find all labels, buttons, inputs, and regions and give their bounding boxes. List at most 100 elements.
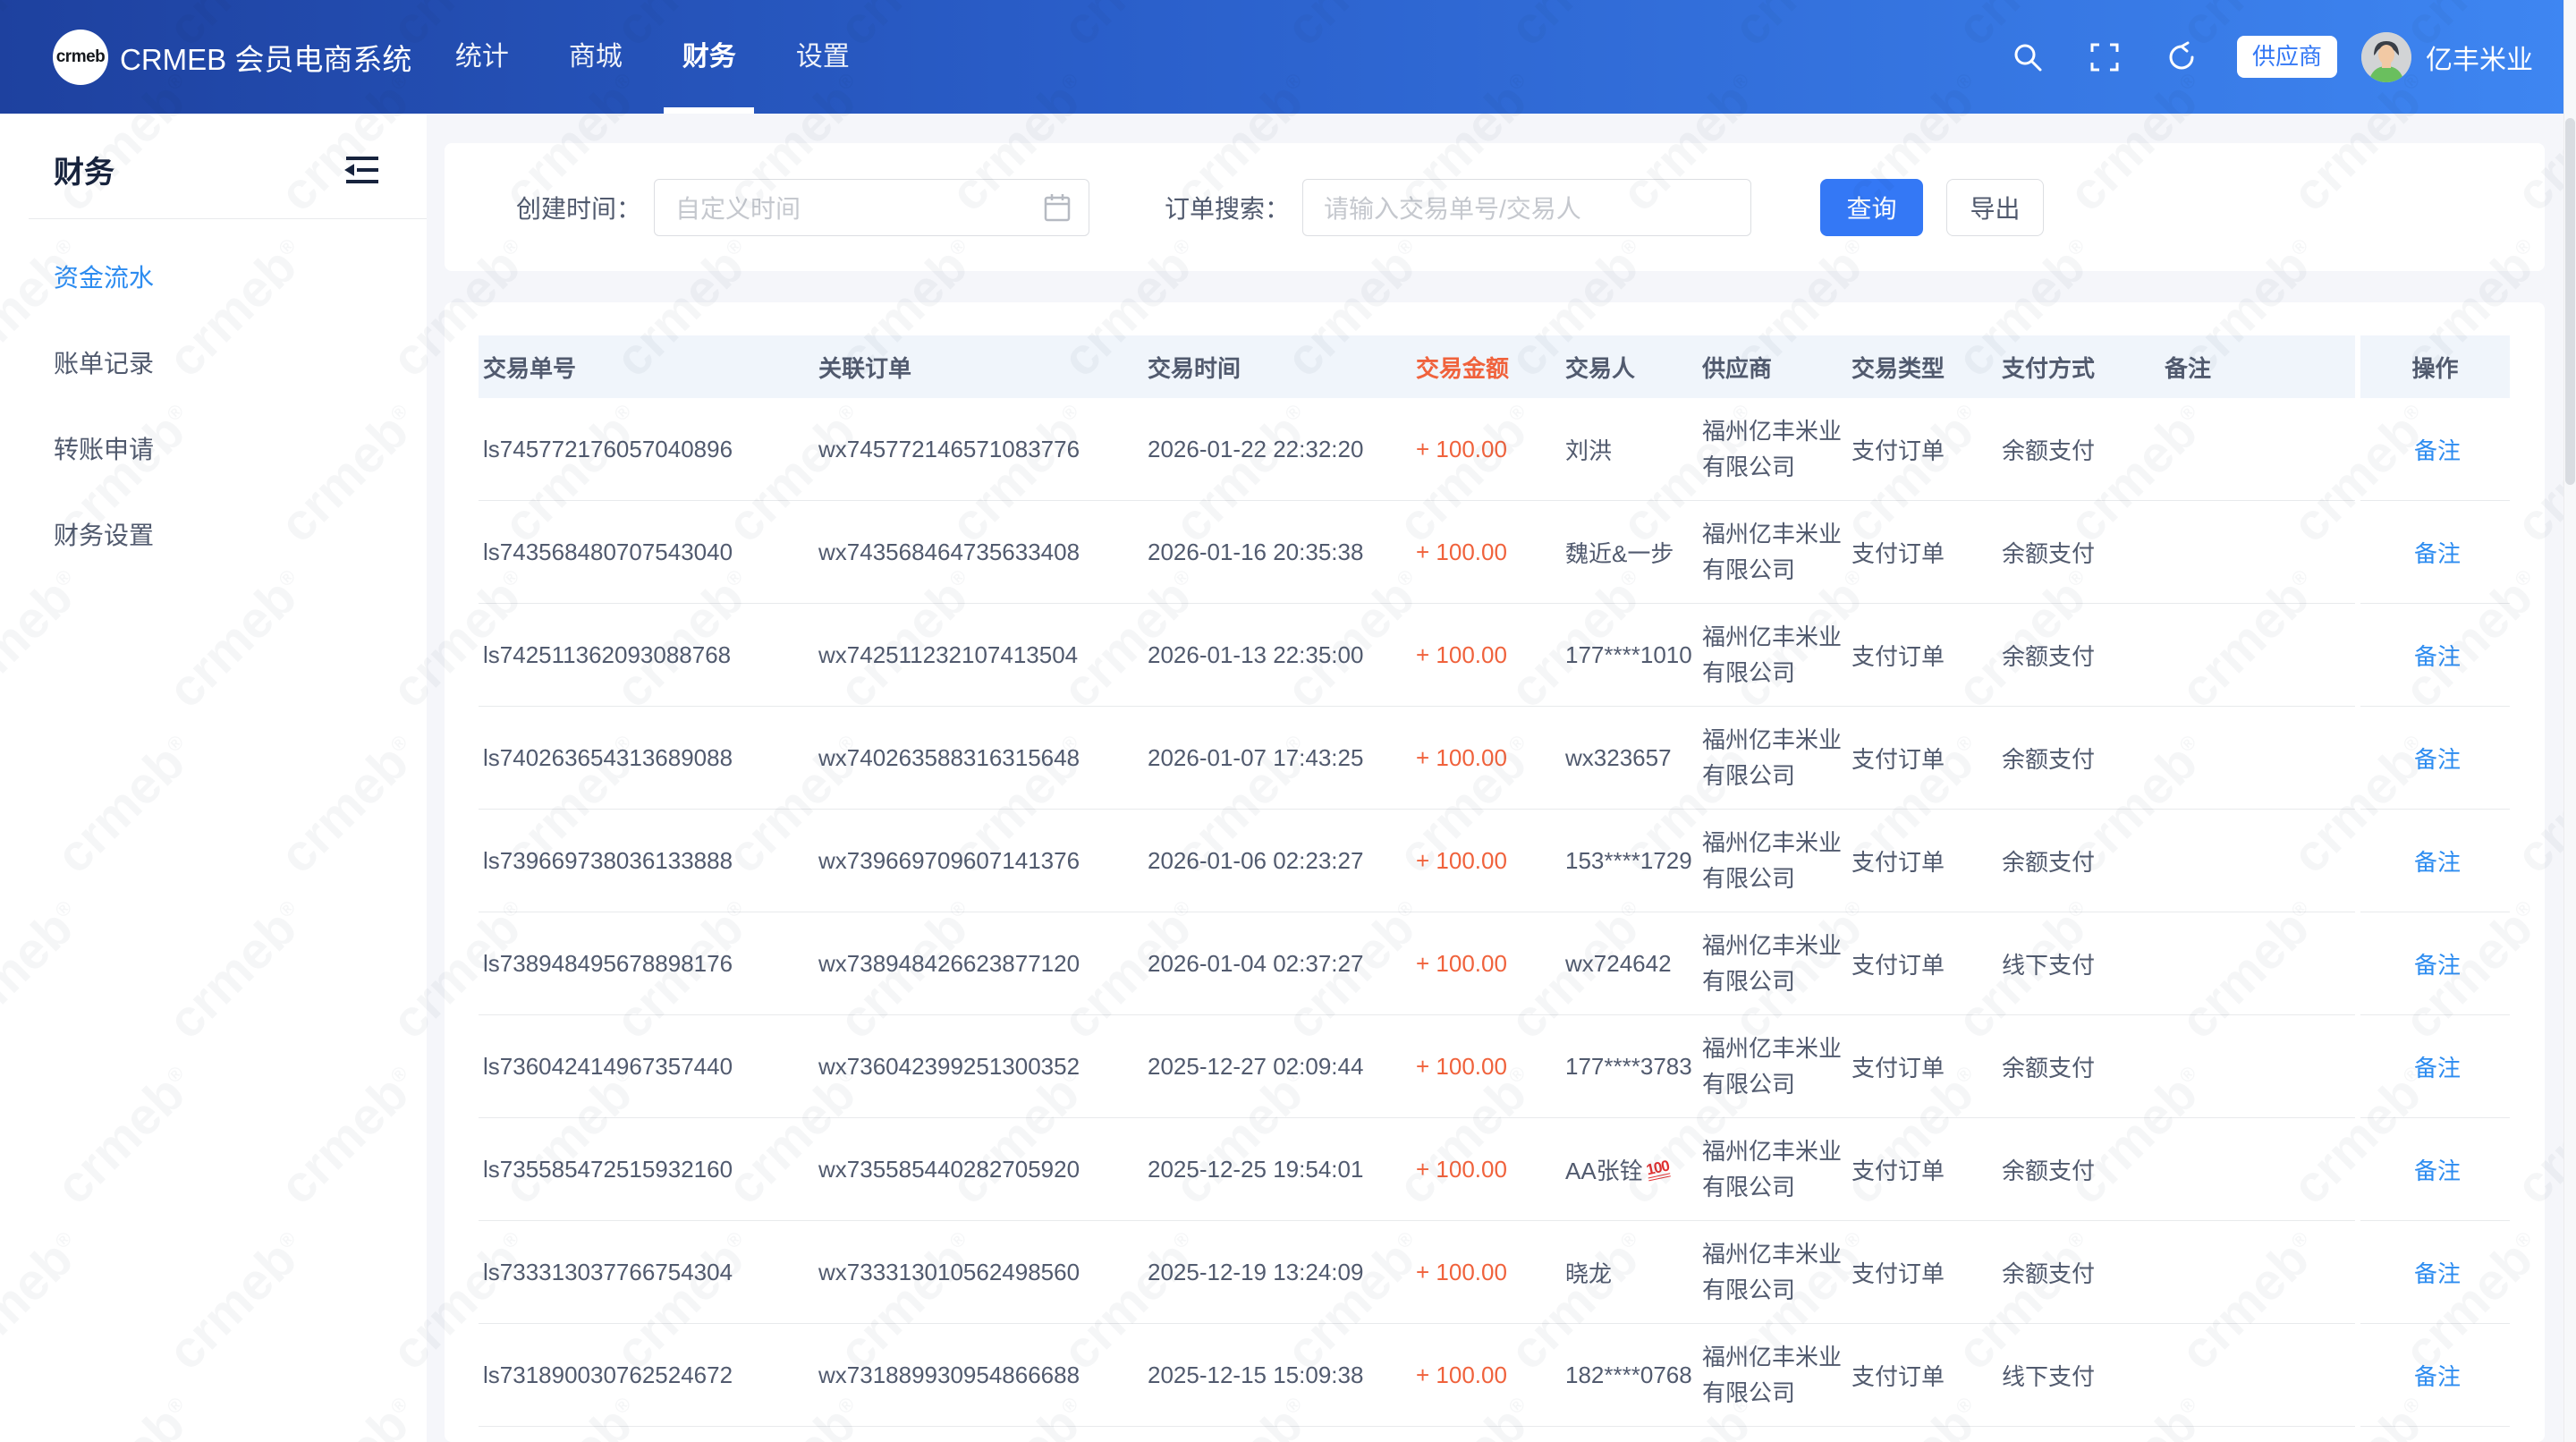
sidebar-menu: 资金流水 账单记录 转账申请 财务设置	[0, 235, 427, 579]
transaction-time-cell: 2025-12-15 15:09:38	[1143, 1361, 1411, 1389]
amount-cell: + 100.00	[1411, 436, 1561, 463]
col-header-transaction-time: 交易时间	[1143, 351, 1411, 384]
transaction-time-cell: 2026-01-13 22:35:00	[1143, 641, 1411, 669]
related-order-cell: wx740263588316315648	[814, 744, 1143, 772]
sidebar-title: 财务	[54, 148, 114, 191]
remark-action-link[interactable]: 备注	[2414, 639, 2461, 672]
remark-action-link[interactable]: 备注	[2414, 433, 2461, 466]
query-button[interactable]: 查询	[1820, 179, 1923, 236]
transaction-id-cell: ls738948495678898176	[479, 950, 814, 978]
supplier-role-badge[interactable]: 供应商	[2237, 36, 2337, 78]
amount-cell: + 100.00	[1411, 1156, 1561, 1183]
transaction-time-cell: 2025-12-19 13:24:09	[1143, 1259, 1411, 1286]
fullscreen-icon[interactable]	[2089, 41, 2121, 73]
amount-cell: + 100.00	[1411, 641, 1561, 669]
nav-item-settings[interactable]: 设置	[777, 0, 868, 114]
username[interactable]: 亿丰米业	[2426, 38, 2533, 77]
sidebar-item-finance-settings[interactable]: 财务设置	[0, 493, 427, 579]
remark-action-link[interactable]: 备注	[2414, 742, 2461, 775]
payment-method-cell: 余额支付	[1997, 433, 2160, 466]
transaction-type-cell: 支付订单	[1847, 1153, 1997, 1186]
remark-action-link[interactable]: 备注	[2414, 1050, 2461, 1083]
transaction-type-cell: 支付订单	[1847, 536, 1997, 569]
export-button[interactable]: 导出	[1946, 179, 2044, 236]
date-range-input[interactable]: 自定义时间	[654, 179, 1089, 236]
supplier-cell: 福州亿丰米业有限公司	[1698, 619, 1847, 691]
avatar[interactable]	[2361, 32, 2411, 82]
nav-item-finance[interactable]: 财务	[664, 0, 754, 114]
related-order-cell: wx739669709607141376	[814, 847, 1143, 875]
nav-item-statistics[interactable]: 统计	[436, 0, 527, 114]
table-header-row: 交易单号 关联订单 交易时间 交易金额 交易人 供应商 交易类型 支付方式 备注…	[479, 335, 2510, 398]
trader-cell: 177****3783	[1561, 1053, 1698, 1081]
related-order-cell: wx733313010562498560	[814, 1259, 1143, 1286]
amount-cell: + 100.00	[1411, 847, 1561, 875]
payment-method-cell: 余额支付	[1997, 1050, 2160, 1083]
menu-fold-icon[interactable]	[344, 156, 380, 184]
transaction-type-cell: 支付订单	[1847, 1359, 1997, 1392]
calendar-icon	[1044, 193, 1071, 222]
remark-action-link[interactable]: 备注	[2414, 1153, 2461, 1186]
app-logo-text: crmeb	[56, 47, 106, 67]
col-header-action: 操作	[2360, 335, 2510, 398]
amount-cell: + 100.00	[1411, 950, 1561, 978]
sidebar-item-capital-flow[interactable]: 资金流水	[0, 235, 427, 321]
nav-item-mall[interactable]: 商城	[550, 0, 640, 114]
trader-cell: 153****1729	[1561, 847, 1698, 875]
trader-cell: 刘洪	[1561, 433, 1698, 466]
payment-method-cell: 余额支付	[1997, 742, 2160, 775]
order-search-placeholder: 请输入交易单号/交易人	[1324, 190, 1581, 225]
transaction-time-cell: 2026-01-04 02:37:27	[1143, 950, 1411, 978]
top-navbar: crmeb CRMEB 会员电商系统 统计 商城 财务 设置 供应商	[0, 0, 2576, 114]
remark-action-link[interactable]: 备注	[2414, 536, 2461, 569]
payment-method-cell: 余额支付	[1997, 1153, 2160, 1186]
order-search-label: 订单搜索：	[1165, 190, 1290, 225]
transaction-id-cell: ls736042414967357440	[479, 1053, 814, 1081]
sidebar-divider	[29, 218, 427, 219]
payment-method-cell: 余额支付	[1997, 844, 2160, 878]
related-order-cell: wx731889930954866688	[814, 1361, 1143, 1389]
table-row: ls740263654313689088wx740263588316315648…	[479, 707, 2510, 810]
col-header-related-order: 关联订单	[814, 351, 1143, 384]
transaction-type-cell: 支付订单	[1847, 1050, 1997, 1083]
amount-cell: + 100.00	[1411, 1259, 1561, 1286]
supplier-cell: 福州亿丰米业有限公司	[1698, 1236, 1847, 1308]
action-cell: 备注	[2360, 604, 2510, 707]
trader-cell: 182****0768	[1561, 1361, 1698, 1389]
col-header-amount: 交易金额	[1411, 351, 1561, 384]
action-cell: 备注	[2360, 1221, 2510, 1324]
hundred-points-emoji: 100	[1645, 1158, 1671, 1181]
table-row: ls731890030762524672wx731889930954866688…	[479, 1324, 2510, 1427]
action-cell: 备注	[2360, 810, 2510, 912]
action-cell: 备注	[2360, 501, 2510, 604]
table-row: ls745772176057040896wx745772146571083776…	[479, 398, 2510, 501]
related-order-cell: wx742511232107413504	[814, 641, 1143, 669]
supplier-cell: 福州亿丰米业有限公司	[1698, 1031, 1847, 1102]
supplier-cell: 福州亿丰米业有限公司	[1698, 722, 1847, 793]
action-cell: 备注	[2360, 707, 2510, 810]
remark-action-link[interactable]: 备注	[2414, 1359, 2461, 1392]
transaction-type-cell: 支付订单	[1847, 742, 1997, 775]
app-logo: crmeb	[53, 30, 108, 85]
transaction-id-cell: ls731890030762524672	[479, 1361, 814, 1389]
action-cell: 备注	[2360, 398, 2510, 501]
related-order-cell: wx735585440282705920	[814, 1156, 1143, 1183]
amount-cell: + 100.00	[1411, 539, 1561, 566]
filter-bar: 创建时间： 自定义时间 订单搜索： 请输入交易单号/交易人 查询 导出	[445, 143, 2545, 271]
remark-action-link[interactable]: 备注	[2414, 947, 2461, 980]
remark-action-link[interactable]: 备注	[2414, 844, 2461, 878]
order-search-input[interactable]: 请输入交易单号/交易人	[1302, 179, 1751, 236]
scrollbar-thumb[interactable]	[2565, 118, 2575, 485]
sidebar-item-transfer-request[interactable]: 转账申请	[0, 407, 427, 493]
table-row: ls735585472515932160wx735585440282705920…	[479, 1118, 2510, 1221]
table-row: ls743568480707543040wx743568464735633408…	[479, 501, 2510, 604]
sidebar-item-bill-records[interactable]: 账单记录	[0, 321, 427, 407]
trader-cell: wx323657	[1561, 744, 1698, 772]
refresh-icon[interactable]	[2165, 41, 2198, 73]
related-order-cell: wx736042399251300352	[814, 1053, 1143, 1081]
page-scrollbar[interactable]	[2563, 0, 2576, 1442]
transaction-time-cell: 2026-01-22 22:32:20	[1143, 436, 1411, 463]
table-row: ls739669738036133888wx739669709607141376…	[479, 810, 2510, 912]
search-icon[interactable]	[2012, 41, 2044, 73]
remark-action-link[interactable]: 备注	[2414, 1256, 2461, 1289]
